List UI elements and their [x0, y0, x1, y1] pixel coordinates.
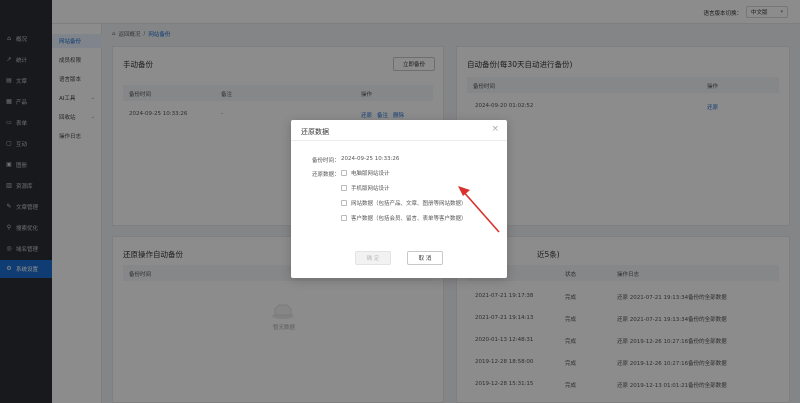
checkbox[interactable]	[341, 170, 347, 176]
checkbox[interactable]	[341, 200, 347, 206]
cancel-button[interactable]: 取 消	[407, 251, 443, 265]
modal-title: 还原数据	[301, 128, 329, 136]
option-customer-data[interactable]: 客户数据（包括会员、留言、表单等客户数据）	[341, 214, 467, 222]
backup-time-value: 2024-09-25 10:33:26	[341, 156, 400, 162]
backup-time-label: 备份时间：	[312, 158, 340, 164]
close-icon[interactable]: ×	[491, 125, 499, 134]
restore-data-label: 还原数据：	[312, 172, 340, 178]
modal-header: 还原数据 ×	[291, 120, 507, 141]
restore-data-modal: 还原数据 × 备份时间： 2024-09-25 10:33:26 还原数据： 电…	[291, 120, 507, 278]
option-site-data[interactable]: 网站数据（包括产品、文章、图册等网站数据）	[341, 199, 467, 207]
checkbox[interactable]	[341, 215, 347, 221]
confirm-button[interactable]: 确 定	[355, 251, 391, 265]
option-pc-design[interactable]: 电脑版网站设计	[341, 169, 390, 177]
option-mobile-design[interactable]: 手机版网站设计	[341, 184, 390, 192]
checkbox[interactable]	[341, 185, 347, 191]
